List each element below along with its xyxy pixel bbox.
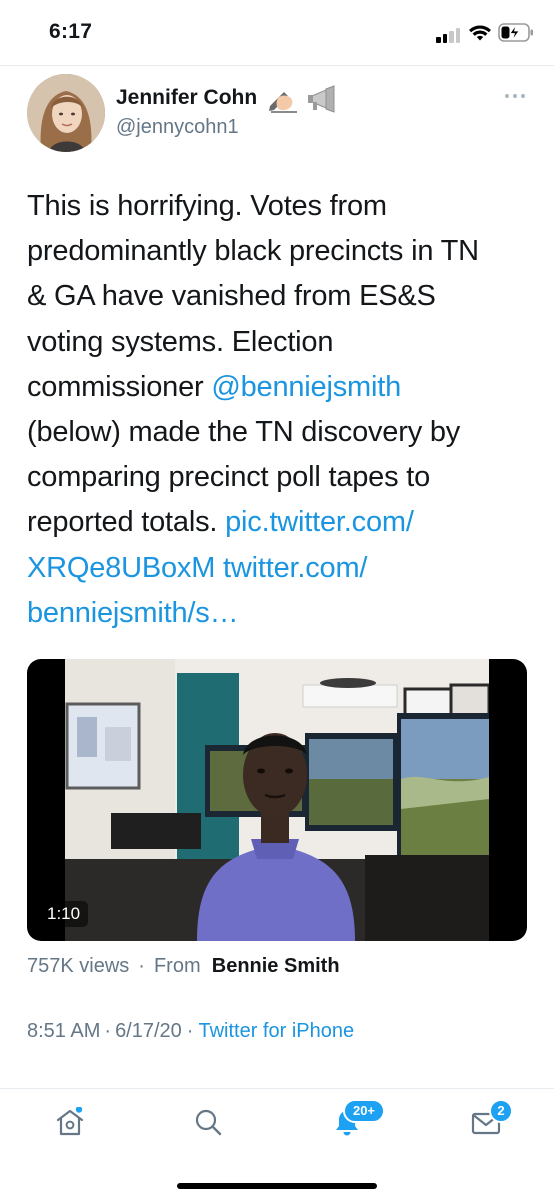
tweet-text-line: predominantly black precincts in TN xyxy=(27,229,527,274)
status-divider xyxy=(0,65,554,66)
megaphone-icon xyxy=(308,85,335,113)
writing-hand-megaphone-emoji-icons xyxy=(269,85,335,113)
home-icon xyxy=(56,1106,84,1136)
tweet-text-line: reported totals. pic.twitter.com/ xyxy=(27,500,527,545)
tweet-text-line: benniejsmith/s… xyxy=(27,591,527,636)
separator-dot: · xyxy=(138,955,145,977)
tweet-text-segment: predominantly black precincts in TN xyxy=(27,235,479,268)
home-indicator[interactable] xyxy=(177,1183,377,1189)
tweet-text-segment: & GA have vanished from ES&S xyxy=(27,280,436,313)
view-count: 757K views xyxy=(27,955,130,977)
author-avatar[interactable] xyxy=(27,74,105,152)
tweet-text-line: XRQe8UBoxM twitter.com/ xyxy=(27,546,527,591)
video-frame-art xyxy=(65,659,489,941)
notifications-badge: 20+ xyxy=(343,1099,385,1123)
tweet-text-line: & GA have vanished from ES&S xyxy=(27,274,527,319)
tweet-text-segment: (below) made the TN discovery by xyxy=(27,416,461,449)
tweet-text-segment: voting systems. Election xyxy=(27,325,334,358)
tweet-stats-row-clipped xyxy=(27,1080,427,1088)
tweet-text-line: (below) made the TN discovery by xyxy=(27,410,527,455)
tweet-text-segment: commissioner xyxy=(27,370,212,403)
tweet-text-line: This is horrifying. Votes from xyxy=(27,184,527,229)
search-icon xyxy=(195,1109,222,1136)
status-bar: 6:17 xyxy=(0,0,554,66)
tab-home[interactable] xyxy=(55,1106,85,1137)
tweet-text-segment: reported totals. xyxy=(27,506,226,539)
tweet-link[interactable]: benniejsmith/s… xyxy=(27,597,239,629)
author-handle[interactable]: @jennycohn1 xyxy=(116,116,239,139)
tweet-link[interactable]: @benniejsmith xyxy=(211,371,401,403)
timestamp-line: 8:51 AM · 6/17/20 · Twitter for iPhone xyxy=(27,1020,354,1043)
from-name-link[interactable]: Bennie Smith xyxy=(212,955,340,977)
status-time: 6:17 xyxy=(49,20,93,43)
tweet-text-line: voting systems. Election xyxy=(27,320,527,365)
video-player[interactable]: 1:10 xyxy=(27,659,527,941)
author-name[interactable]: Jennifer Cohn xyxy=(116,86,257,110)
tweet-text: This is horrifying. Votes from predominan… xyxy=(27,184,527,636)
writing-hand-icon xyxy=(269,92,297,113)
battery-charging-icon xyxy=(498,23,533,42)
video-duration: 1:10 xyxy=(39,901,89,927)
tweet-text-line: comparing precinct poll tapes to xyxy=(27,455,527,500)
messages-badge: 2 xyxy=(489,1099,513,1123)
more-options-icon[interactable] xyxy=(505,92,527,100)
tweet-text-segment: This is horrifying. Votes from xyxy=(27,190,387,222)
separator-dot: · xyxy=(186,1020,194,1042)
tweet-source-link[interactable]: Twitter for iPhone xyxy=(198,1020,354,1042)
cellular-signal-icon xyxy=(436,27,462,43)
tab-search[interactable] xyxy=(193,1107,223,1137)
tweet-text-segment: comparing precinct poll tapes to xyxy=(27,461,431,494)
tweet-date: 6/17/20 xyxy=(115,1020,182,1042)
avatar-portrait xyxy=(27,74,105,152)
from-label: From xyxy=(153,955,201,977)
tweet-link[interactable]: XRQe8UBoxM twitter.com/ xyxy=(27,552,367,584)
separator-dot: · xyxy=(104,1020,112,1042)
tweet-text-line: commissioner @benniejsmith xyxy=(27,365,527,410)
video-thumbnail xyxy=(65,659,489,941)
wifi-icon xyxy=(469,25,491,41)
tweet-link[interactable]: pic.twitter.com/ xyxy=(225,506,414,538)
tweet-time: 8:51 AM xyxy=(27,1020,101,1042)
views-line: 757K views · From Bennie Smith xyxy=(27,955,340,978)
